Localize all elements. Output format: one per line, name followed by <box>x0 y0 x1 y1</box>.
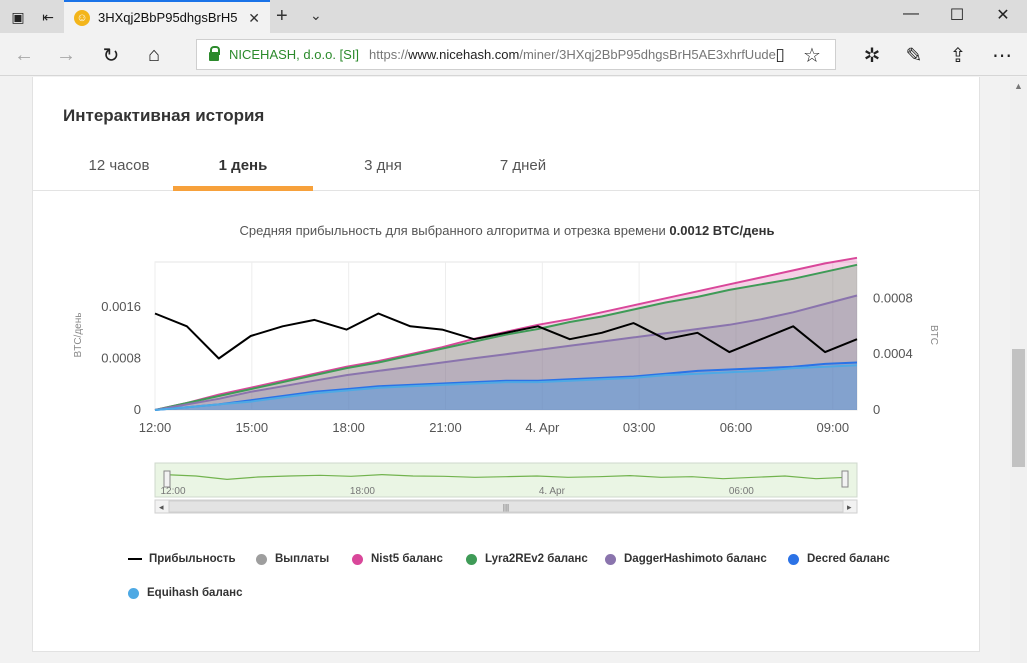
legend-label: DaggerHashimoto баланс <box>624 553 767 565</box>
nicehash-favicon-icon: ☺ <box>74 9 90 26</box>
x-tick-label: 15:00 <box>236 420 269 435</box>
tab-manager-icon[interactable]: ▣ <box>8 7 28 27</box>
new-tab-button[interactable]: + <box>276 5 288 28</box>
maximize-button[interactable]: ☐ <box>942 5 972 25</box>
home-icon[interactable]: ⌂ <box>140 42 168 68</box>
tab-12-hours[interactable]: 12 часов <box>59 141 179 190</box>
refresh-icon[interactable]: ↻ <box>97 42 125 68</box>
legend-item-equihash[interactable]: Equihash баланс <box>128 587 243 599</box>
url-scheme: https:// <box>369 47 409 62</box>
page-scrollbar[interactable]: ▲ <box>1010 77 1027 663</box>
lock-icon <box>209 46 220 61</box>
navigator-left-handle <box>163 470 171 488</box>
tab-3-days[interactable]: 3 дня <box>323 141 443 190</box>
history-card: Интерактивная история 12 часов 1 день 3 … <box>32 77 980 652</box>
y-left-tick-label: 0 <box>134 402 141 417</box>
legend-label: Выплаты <box>275 553 330 565</box>
legend-dot <box>256 553 267 565</box>
certificate-name[interactable]: NICEHASH, d.o.o. [SI] <box>229 47 359 62</box>
navigator-tick-label: 06:00 <box>729 486 754 497</box>
legend-line-marker <box>128 558 142 560</box>
tab-7-days[interactable]: 7 дней <box>463 141 583 190</box>
url-host: www.nicehash.com <box>408 47 520 62</box>
navigator-grip-icon: ||| <box>503 503 509 512</box>
address-bar[interactable]: NICEHASH, d.o.o. [SI] https:// www.niceh… <box>196 39 836 70</box>
y-axis-left-label: BTC/день <box>73 313 84 358</box>
legend-dot <box>466 553 477 565</box>
legend-dot <box>605 553 616 565</box>
period-tabs: 12 часов 1 день 3 дня 7 дней <box>33 141 979 191</box>
favorite-star-icon[interactable]: ☆ <box>798 42 826 68</box>
x-tick-label: 12:00 <box>139 420 172 435</box>
reading-view-icon[interactable]: ▯ <box>766 42 794 68</box>
y-right-tick-label: 0.0004 <box>873 346 913 361</box>
section-title: Интерактивная история <box>63 106 265 125</box>
browser-tab-active[interactable]: ☺ 3HXqj2BbP95dhgsBrH5 ✕ <box>64 0 270 33</box>
legend-label: Decred баланс <box>807 553 890 565</box>
url-path: /miner/3HXqj2BbP95dhgsBrH5AE3xhrfUude <box>519 47 776 62</box>
tab-close-icon[interactable]: ✕ <box>248 10 260 27</box>
tab-preview-toggle-icon[interactable]: ⌄ <box>310 7 322 24</box>
legend-item-decred[interactable]: Decred баланс <box>788 553 890 565</box>
legend-label: Прибыльность <box>149 553 236 565</box>
y-axis-right-label: BTC <box>928 325 939 345</box>
legend-label: Nist5 баланс <box>371 553 443 565</box>
legend-item-payouts[interactable]: Выплаты <box>256 553 329 565</box>
chart-heading-value: 0.0012 BTC/день <box>669 223 775 238</box>
profitability-chart[interactable]: 12:00 15:00 18:00 21:00 4. Apr 03:00 06:00 09:0… <box>33 247 981 592</box>
x-tick-label: 18:00 <box>332 420 365 435</box>
y-left-tick-label: 0.0008 <box>101 351 141 366</box>
close-window-button[interactable]: ✕ <box>988 5 1018 25</box>
x-tick-label: 03:00 <box>623 420 656 435</box>
legend-dot <box>352 553 363 565</box>
chart-navigator[interactable]: 12:00 18:00 4. Apr 06:00 ◂ ▸ ||| <box>154 462 858 514</box>
legend-item-lyra2rev2[interactable]: Lyra2REv2 баланс <box>466 553 588 565</box>
scroll-thumb[interactable] <box>1012 349 1025 467</box>
legend-item-daggerhashimoto[interactable]: DaggerHashimoto баланс <box>605 553 767 565</box>
chart-heading: Средняя прибыльность для выбранного алго… <box>33 223 981 238</box>
navigator-tick-label: 4. Apr <box>539 486 566 497</box>
forward-arrow-icon[interactable]: → <box>52 42 80 68</box>
x-tick-label: 09:00 <box>817 420 850 435</box>
scroll-up-arrow-icon[interactable]: ▲ <box>1014 81 1023 91</box>
y-right-tick-label: 0.0008 <box>873 290 913 305</box>
page-viewport: Интерактивная история 12 часов 1 день 3 … <box>0 77 1010 663</box>
x-tick-label: 06:00 <box>720 420 753 435</box>
tab-1-day[interactable]: 1 день <box>173 141 313 191</box>
chart-heading-prefix: Средняя прибыльность для выбранного алго… <box>239 223 666 238</box>
web-note-pen-icon[interactable]: ✎ <box>900 42 928 68</box>
set-aside-tabs-icon[interactable]: ⇤ <box>38 7 58 27</box>
tab-title: 3HXqj2BbP95dhgsBrH5 <box>98 10 238 25</box>
legend-item-profit[interactable]: Прибыльность <box>128 553 236 565</box>
legend-item-nist5[interactable]: Nist5 баланс <box>352 553 443 565</box>
navigator-tick-label: 12:00 <box>160 486 185 497</box>
legend-dot <box>788 553 799 565</box>
more-options-icon[interactable]: ⋯ <box>988 42 1016 68</box>
title-bar: ▣ ⇤ ☺ 3HXqj2BbP95dhgsBrH5 ✕ + ⌄ — ☐ ✕ <box>0 0 1027 33</box>
back-arrow-icon[interactable]: ← <box>10 42 38 68</box>
y-right-tick-label: 0 <box>873 402 880 417</box>
legend-label: Lyra2REv2 баланс <box>485 553 588 565</box>
navigation-bar: ← → ↻ ⌂ NICEHASH, d.o.o. [SI] https:// w… <box>0 33 1027 76</box>
navigator-right-arrow-icon: ▸ <box>847 502 852 512</box>
navigator-tick-label: 18:00 <box>350 486 375 497</box>
navigator-left-arrow-icon: ◂ <box>159 502 164 512</box>
share-icon[interactable]: ⇪ <box>944 42 972 68</box>
navigator-right-handle <box>841 470 849 488</box>
legend-dot <box>128 587 139 599</box>
x-tick-label: 4. Apr <box>525 420 560 435</box>
legend-label: Equihash баланс <box>147 587 243 599</box>
favorites-hub-icon[interactable]: ✲ <box>858 42 886 68</box>
minimize-button[interactable]: — <box>896 5 926 23</box>
y-left-tick-label: 0.0016 <box>101 299 141 314</box>
x-tick-label: 21:00 <box>429 420 462 435</box>
